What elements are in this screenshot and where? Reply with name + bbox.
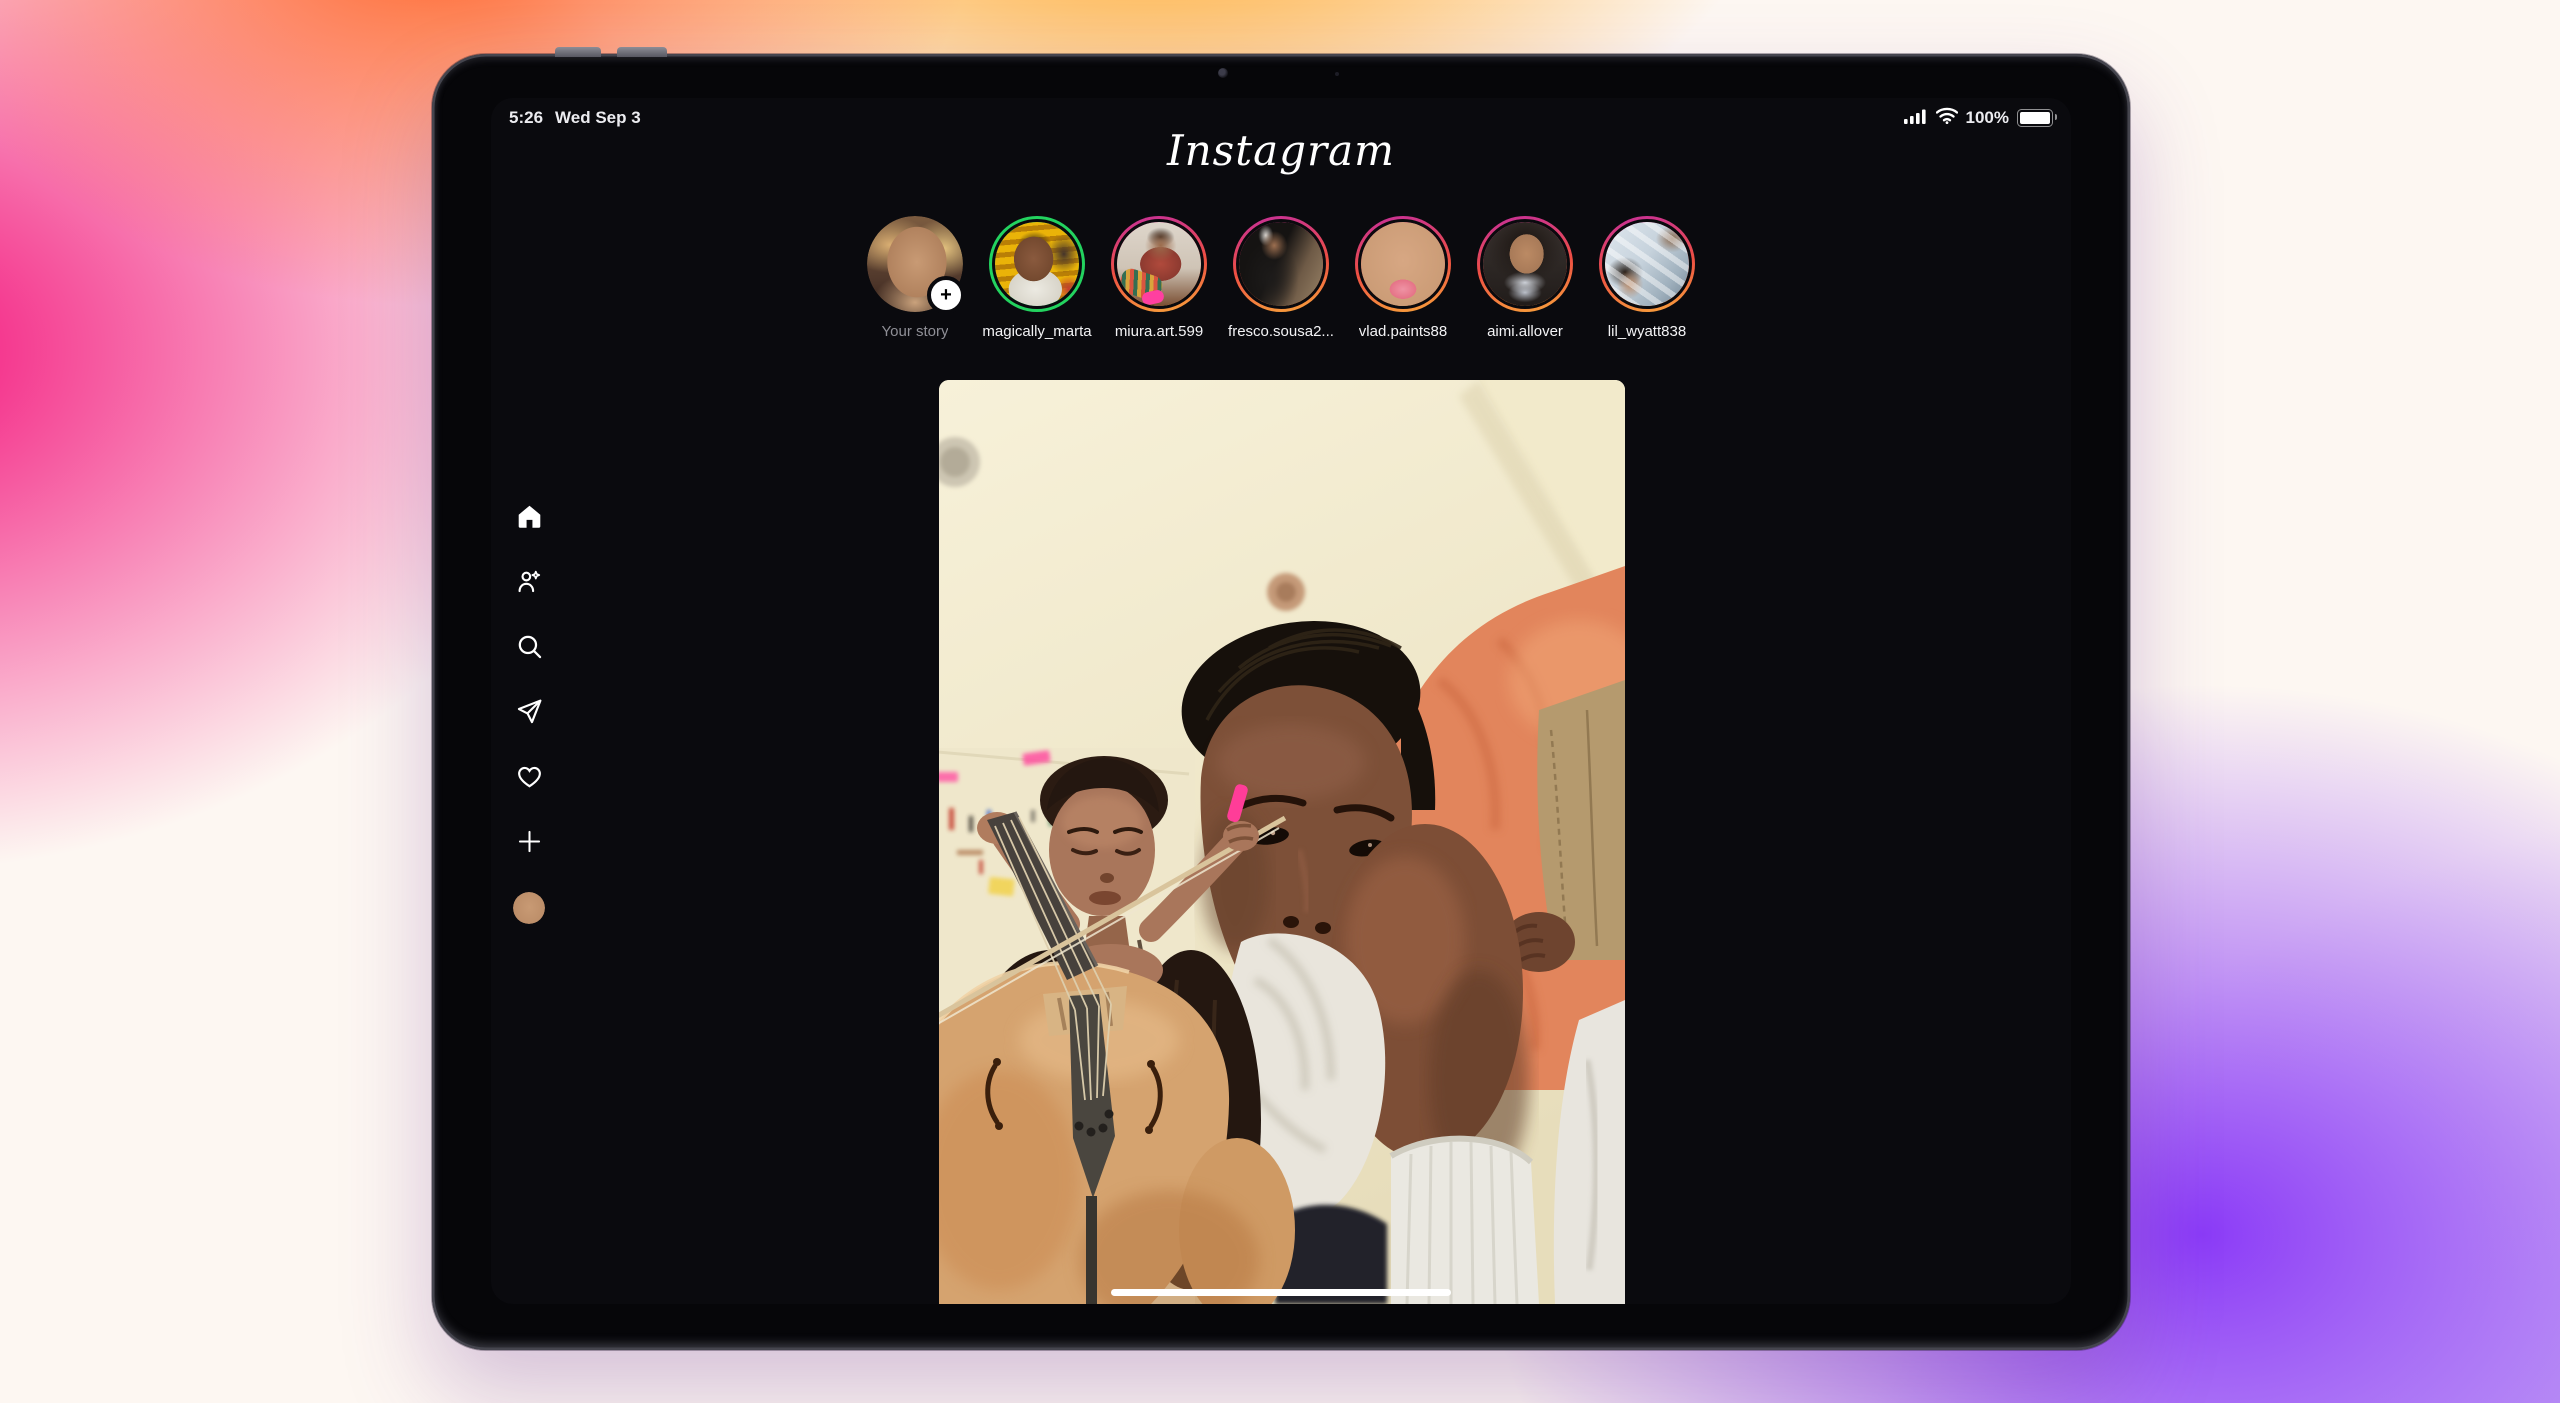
story-username: aimi.allover — [1487, 323, 1563, 340]
status-date: Wed Sep 3 — [555, 108, 641, 127]
story-item[interactable]: magically_marta — [976, 216, 1098, 340]
story-username: Your story — [881, 323, 949, 340]
left-sidebar — [513, 502, 545, 924]
sidebar-item-friends[interactable] — [515, 567, 543, 595]
battery-icon — [2017, 109, 2057, 127]
story-username: fresco.sousa2... — [1228, 323, 1334, 340]
feed-post-photo[interactable] — [939, 380, 1625, 1304]
status-time: 5:26 — [509, 108, 544, 127]
sidebar-item-messages[interactable] — [515, 697, 543, 725]
story-item[interactable]: lil_wyatt838 — [1586, 216, 1708, 340]
story-item-your-story[interactable]: + Your story — [854, 216, 976, 340]
sidebar-item-search[interactable] — [515, 632, 543, 660]
add-story-badge[interactable]: + — [927, 276, 965, 314]
story-avatar — [1361, 222, 1445, 306]
volume-down-button — [617, 47, 667, 57]
post-photo-art — [939, 380, 1625, 1304]
sidebar-item-create[interactable] — [515, 827, 543, 855]
friends-icon — [518, 570, 540, 592]
story-avatar — [1483, 222, 1567, 306]
story-avatar — [1605, 222, 1689, 306]
heart-icon — [517, 766, 541, 787]
ipad-device: 5:26 Wed Sep 3 100% Instagram + Your sto… — [432, 47, 2130, 1350]
sidebar-item-notifications[interactable] — [515, 762, 543, 790]
plus-icon — [518, 830, 540, 852]
story-avatar — [1239, 222, 1323, 306]
story-username: magically_marta — [982, 323, 1092, 340]
story-username: lil_wyatt838 — [1607, 323, 1687, 340]
front-camera — [1218, 68, 1228, 78]
story-item[interactable]: aimi.allover — [1464, 216, 1586, 340]
story-username: vlad.paints88 — [1358, 323, 1448, 340]
desktop-background: 5:26 Wed Sep 3 100% Instagram + Your sto… — [0, 0, 2560, 1403]
home-indicator[interactable] — [1111, 1289, 1451, 1296]
sidebar-item-home[interactable] — [515, 502, 543, 530]
send-icon — [517, 699, 541, 723]
ipad-screen: 5:26 Wed Sep 3 100% Instagram + Your sto… — [491, 98, 2071, 1304]
stories-tray: + Your story magically_marta miura.art.5… — [491, 216, 2071, 340]
search-icon — [518, 635, 541, 658]
profile-avatar — [513, 892, 545, 924]
story-item[interactable]: vlad.paints88 — [1342, 216, 1464, 340]
story-item[interactable]: miura.art.599 — [1098, 216, 1220, 340]
battery-percent: 100% — [1965, 108, 2009, 127]
sidebar-item-profile[interactable] — [513, 892, 545, 924]
volume-up-button — [555, 47, 601, 57]
story-avatar — [995, 222, 1079, 306]
ambient-sensor — [1335, 72, 1339, 76]
home-icon — [518, 505, 540, 528]
story-username: miura.art.599 — [1114, 323, 1204, 340]
instagram-wordmark: Instagram — [1167, 126, 1395, 175]
story-avatar — [1117, 222, 1201, 306]
story-item[interactable]: fresco.sousa2... — [1220, 216, 1342, 340]
